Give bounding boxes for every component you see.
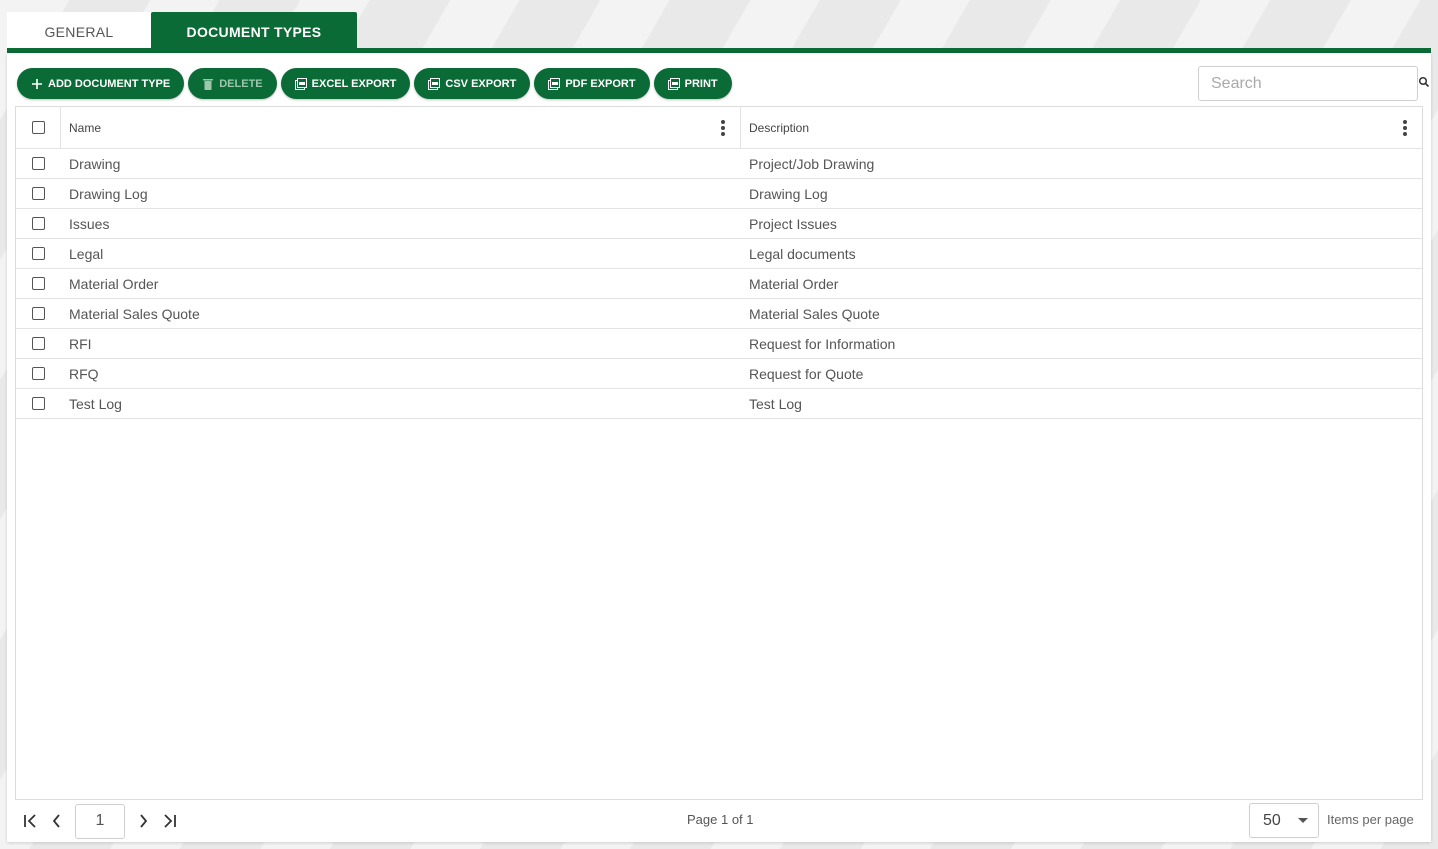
row-select-cell	[16, 179, 61, 208]
table-row[interactable]: Drawing Log Drawing Log	[16, 179, 1422, 209]
chevron-right-icon[interactable]	[130, 808, 156, 834]
column-header-description[interactable]: Description	[741, 107, 1422, 148]
table-row[interactable]: RFQ Request for Quote	[16, 359, 1422, 389]
row-checkbox[interactable]	[32, 247, 45, 260]
kebab-icon[interactable]	[1402, 119, 1408, 136]
add-document-type-button[interactable]: ADD DOCUMENT TYPE	[17, 68, 185, 99]
row-checkbox[interactable]	[32, 337, 45, 350]
csv-export-button[interactable]: CSV EXPORT	[414, 68, 531, 99]
table-row[interactable]: Legal Legal documents	[16, 239, 1422, 269]
description-cell: Test Log	[749, 395, 802, 412]
table-row[interactable]: Drawing Project/Job Drawing	[16, 149, 1422, 179]
document-types-grid: Name Description Drawing Project/Job Dra…	[15, 106, 1423, 800]
row-select-cell	[16, 329, 61, 358]
excel-export-label: EXCEL EXPORT	[311, 77, 397, 90]
document-types-panel: ADD DOCUMENT TYPE DELETE EXCEL EXPORT CS…	[7, 53, 1431, 842]
row-checkbox[interactable]	[32, 187, 45, 200]
column-header-name-label: Name	[69, 120, 102, 135]
csv-export-label: CSV EXPORT	[445, 77, 517, 90]
export-file-icon	[294, 77, 307, 90]
description-cell: Legal documents	[749, 245, 856, 262]
row-select-cell	[16, 209, 61, 238]
row-checkbox[interactable]	[32, 217, 45, 230]
table-row[interactable]: Issues Project Issues	[16, 209, 1422, 239]
row-select-cell	[16, 299, 61, 328]
description-cell: Request for Information	[749, 335, 896, 352]
search-box	[1198, 66, 1430, 101]
add-document-type-label: ADD DOCUMENT TYPE	[48, 77, 171, 90]
excel-export-button[interactable]: EXCEL EXPORT	[280, 68, 411, 99]
settings-card: GENERAL DOCUMENT TYPES ADD DOCUMENT TYPE…	[7, 8, 1431, 842]
row-select-cell	[16, 359, 61, 388]
name-cell: Drawing	[69, 155, 121, 172]
row-checkbox[interactable]	[32, 157, 45, 170]
select-all-checkbox[interactable]	[31, 121, 45, 134]
caret-down-icon	[1298, 818, 1308, 823]
name-cell: Material Sales Quote	[69, 305, 200, 322]
table-row[interactable]: Material Sales Quote Material Sales Quot…	[16, 299, 1422, 329]
column-header-description-label: Description	[749, 120, 810, 135]
row-select-cell	[16, 239, 61, 268]
delete-button[interactable]: DELETE	[188, 68, 277, 99]
description-cell: Project Issues	[749, 215, 837, 232]
description-cell: Project/Job Drawing	[749, 155, 875, 172]
tab-document-types[interactable]: DOCUMENT TYPES	[151, 12, 357, 52]
search-input[interactable]	[1211, 74, 1418, 93]
row-checkbox[interactable]	[32, 277, 45, 290]
row-checkbox[interactable]	[32, 397, 45, 410]
row-checkbox[interactable]	[32, 307, 45, 320]
row-select-cell	[16, 149, 61, 178]
plus-icon	[31, 78, 43, 90]
delete-label: DELETE	[219, 77, 263, 90]
items-per-page-label: Items per page	[1327, 812, 1414, 827]
table-row[interactable]: Material Order Material Order	[16, 269, 1422, 299]
page-size-dropdown[interactable]: 50	[1249, 803, 1319, 838]
name-cell: Material Order	[69, 275, 159, 292]
name-cell: Test Log	[69, 395, 122, 412]
table-row[interactable]: RFI Request for Information	[16, 329, 1422, 359]
name-cell: Drawing Log	[69, 185, 148, 202]
export-file-icon	[428, 77, 441, 90]
table-row[interactable]: Test Log Test Log	[16, 389, 1422, 419]
pdf-export-label: PDF EXPORT	[565, 77, 636, 90]
print-button[interactable]: PRINT	[653, 68, 732, 99]
export-file-icon	[548, 77, 561, 90]
column-header-name[interactable]: Name	[61, 107, 741, 148]
page-info: Page 1 of 1	[687, 812, 754, 827]
grid-header-row: Name Description	[16, 107, 1422, 149]
name-cell: Issues	[69, 215, 110, 232]
trash-icon	[202, 78, 214, 90]
grid-toolbar: ADD DOCUMENT TYPE DELETE EXCEL EXPORT CS…	[17, 68, 732, 99]
search-icon[interactable]	[1418, 75, 1430, 93]
row-checkbox[interactable]	[32, 367, 45, 380]
description-cell: Material Order	[749, 275, 839, 292]
description-cell: Drawing Log	[749, 185, 828, 202]
row-select-cell	[16, 269, 61, 298]
tab-general[interactable]: GENERAL	[7, 12, 151, 52]
name-cell: Legal	[69, 245, 104, 262]
select-all-cell	[16, 107, 61, 148]
pdf-export-button[interactable]: PDF EXPORT	[534, 68, 650, 99]
export-file-icon	[667, 77, 680, 90]
description-cell: Request for Quote	[749, 365, 864, 382]
pager: 1 Page 1 of 1 50 Items per page	[15, 800, 1423, 842]
chevron-left-icon[interactable]	[44, 808, 70, 834]
row-select-cell	[16, 389, 61, 418]
tab-strip: GENERAL DOCUMENT TYPES	[7, 12, 357, 52]
first-page-icon[interactable]	[18, 808, 44, 834]
kebab-icon[interactable]	[720, 119, 726, 136]
name-cell: RFQ	[69, 365, 99, 382]
last-page-icon[interactable]	[156, 808, 182, 834]
description-cell: Material Sales Quote	[749, 305, 880, 322]
name-cell: RFI	[69, 335, 92, 352]
print-label: PRINT	[684, 77, 718, 90]
page-number-input[interactable]: 1	[75, 803, 125, 839]
page-size-value: 50	[1263, 811, 1281, 829]
